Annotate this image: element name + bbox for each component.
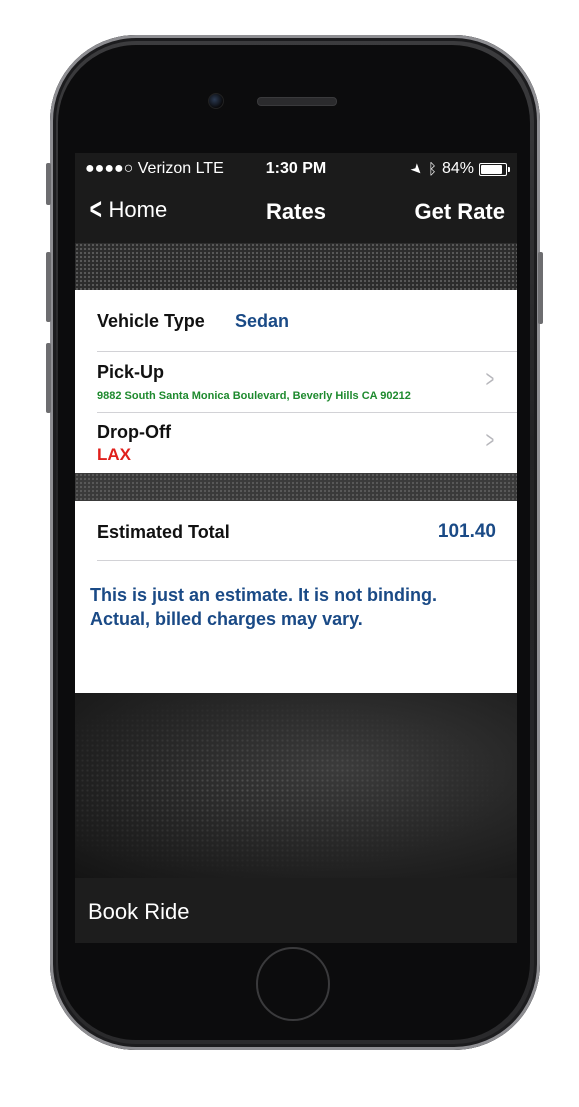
chevron-right-icon: > xyxy=(485,427,495,454)
chevron-right-icon: > xyxy=(485,366,495,393)
estimated-total-label: Estimated Total xyxy=(97,522,230,542)
dropoff-label: Drop-Off xyxy=(97,422,171,442)
vehicle-type-label: Vehicle Type xyxy=(97,311,205,331)
home-button[interactable] xyxy=(256,947,330,1021)
vehicle-type-row[interactable]: Vehicle Type Sedan xyxy=(75,290,517,352)
volume-down-button xyxy=(46,343,51,413)
pickup-row[interactable]: Pick-Up 9882 South Santa Monica Boulevar… xyxy=(75,352,517,412)
world-map-background xyxy=(75,693,517,878)
bluetooth-icon: ᛒ xyxy=(427,160,437,178)
divider xyxy=(97,560,517,561)
mute-switch xyxy=(46,163,51,205)
trip-form-card: Vehicle Type Sedan Pick-Up 9882 South Sa… xyxy=(75,290,517,473)
pickup-label: Pick-Up xyxy=(97,362,165,382)
book-ride-bar[interactable]: Book Ride xyxy=(75,878,517,943)
map-dots xyxy=(75,693,517,878)
app-screen: ●●●●○ Verizon LTE 1:30 PM ➤ ᛒ 84% < Home… xyxy=(75,153,517,943)
earpiece-speaker xyxy=(257,97,337,106)
front-camera xyxy=(208,93,224,109)
book-ride-button[interactable]: Book Ride xyxy=(88,899,190,925)
status-bar: ●●●●○ Verizon LTE 1:30 PM ➤ ᛒ 84% xyxy=(75,153,517,183)
pickup-address: 9882 South Santa Monica Boulevard, Bever… xyxy=(97,390,411,402)
power-button xyxy=(538,252,543,324)
map-background-strip xyxy=(75,473,517,501)
dropoff-row[interactable]: Drop-Off LAX > xyxy=(75,413,517,473)
status-right: ➤ ᛒ 84% xyxy=(408,159,510,178)
battery-icon xyxy=(479,162,510,176)
vehicle-type-value: Sedan xyxy=(235,311,290,331)
battery-percent: 84% xyxy=(441,160,474,177)
estimate-card: Estimated Total 101.40 This is just an e… xyxy=(75,501,517,693)
get-rate-button[interactable]: Get Rate xyxy=(415,199,505,225)
estimated-total-row: Estimated Total 101.40 xyxy=(75,501,517,561)
volume-up-button xyxy=(46,252,51,322)
estimate-disclaimer: This is just an estimate. It is not bind… xyxy=(90,585,438,629)
estimated-total-value: 101.40 xyxy=(437,521,496,542)
navigation-bar: < Home Rates Get Rate xyxy=(75,183,517,243)
map-background-strip xyxy=(75,243,517,290)
dropoff-value: LAX xyxy=(97,445,131,464)
